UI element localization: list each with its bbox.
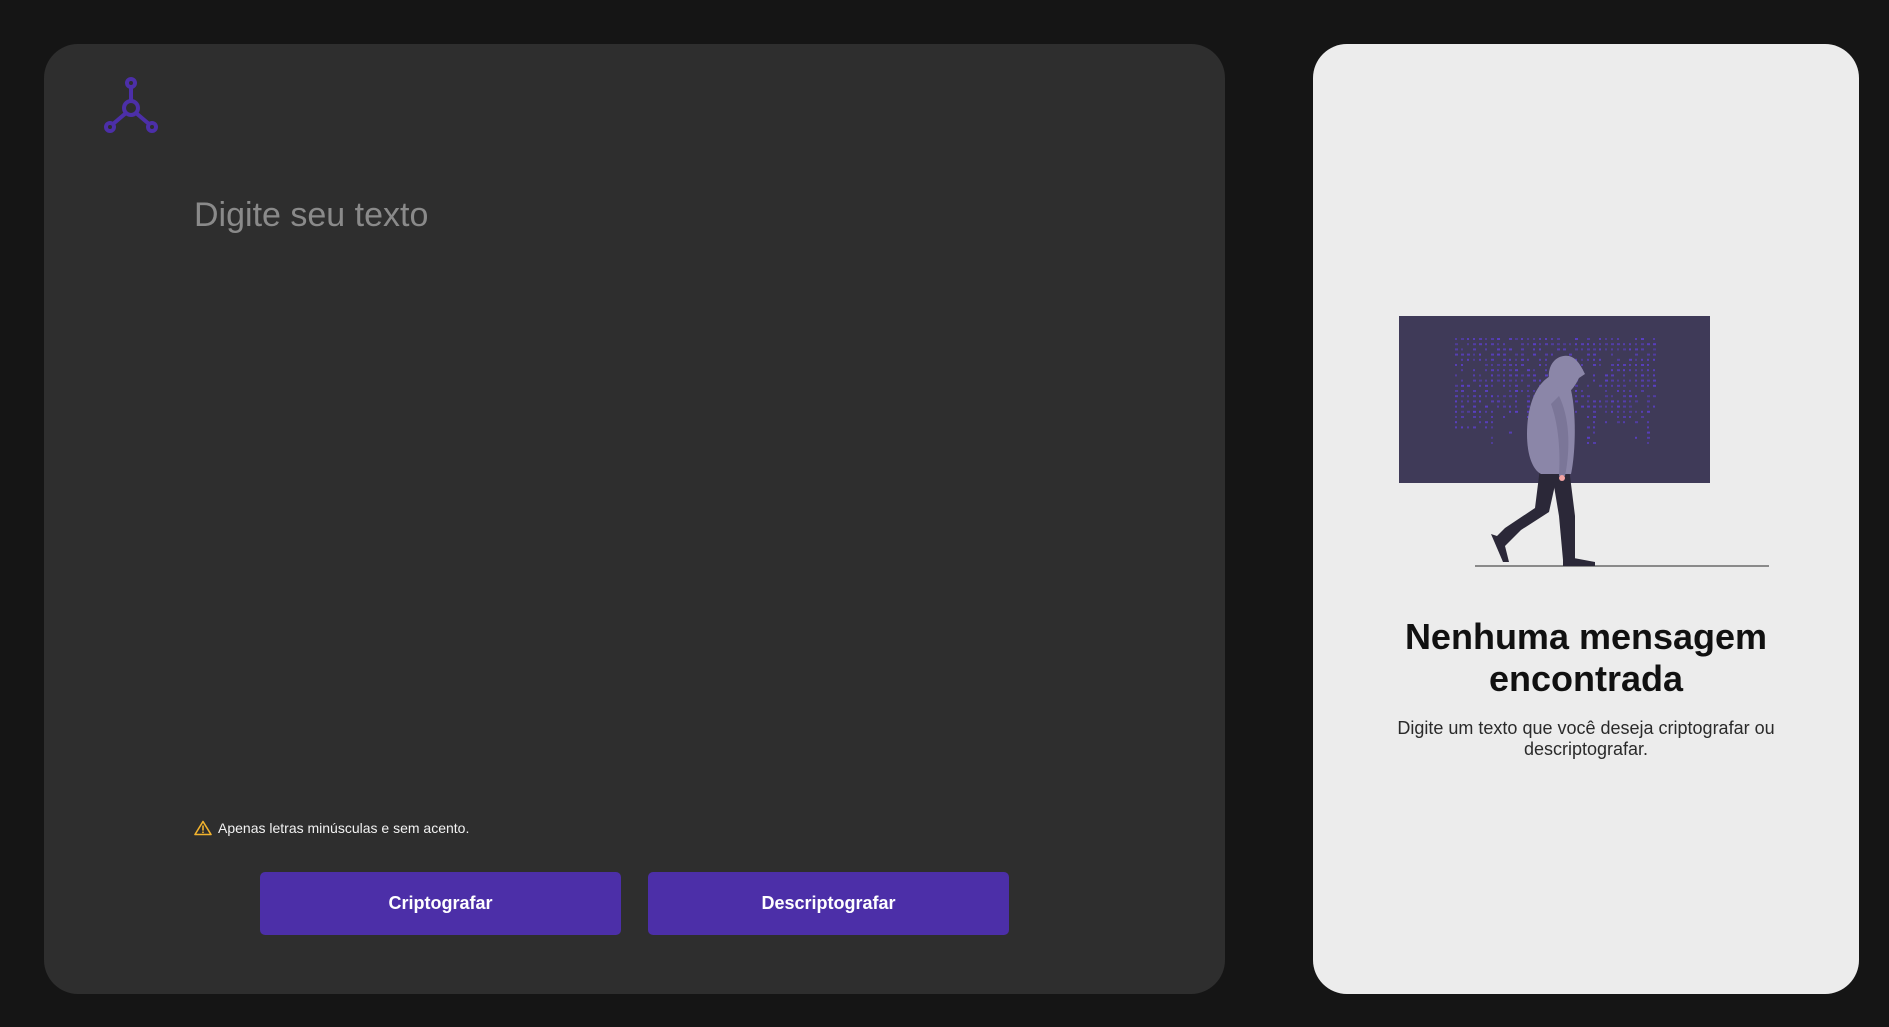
empty-state-title: Nenhuma mensagem encontrada	[1404, 616, 1768, 699]
message-input[interactable]	[194, 194, 1094, 644]
app-page: Apenas letras minúsculas e sem acento. C…	[0, 0, 1889, 1027]
hooded-person-walking-illustration	[1399, 316, 1769, 567]
molecule-network-icon	[104, 77, 158, 133]
input-panel: Apenas letras minúsculas e sem acento. C…	[44, 44, 1225, 994]
input-hint-text: Apenas letras minúsculas e sem acento.	[218, 820, 470, 836]
encrypt-button[interactable]: Criptografar	[260, 872, 621, 935]
empty-state-text: Digite um texto que você deseja criptogr…	[1397, 718, 1775, 759]
warning-triangle-icon	[194, 820, 212, 836]
output-panel: Nenhuma mensagem encontrada Digite um te…	[1313, 44, 1859, 994]
decrypt-button[interactable]: Descriptografar	[648, 872, 1009, 935]
input-hint: Apenas letras minúsculas e sem acento.	[194, 820, 469, 836]
